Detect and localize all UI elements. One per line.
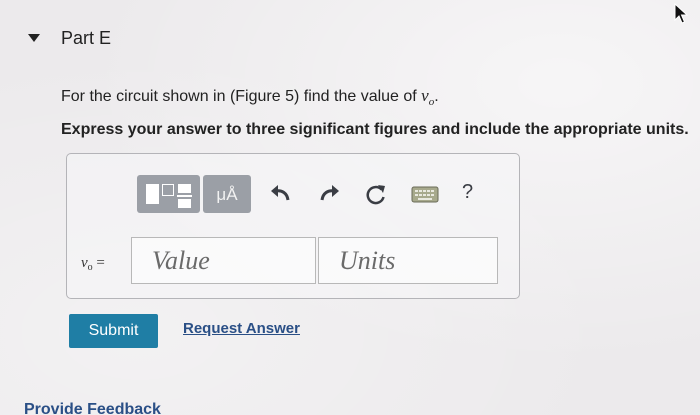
question-variable-subscript: o: [428, 96, 435, 108]
figure-link[interactable]: Figure 5: [235, 88, 294, 105]
answer-equals: =: [92, 255, 105, 271]
templates-icon: [146, 184, 159, 204]
undo-icon: [271, 185, 290, 201]
keyboard-button[interactable]: [411, 185, 439, 205]
units-input[interactable]: [318, 237, 498, 284]
keyboard-icon: [411, 186, 439, 203]
question-text-before: For the circuit shown in (: [61, 88, 236, 105]
reset-button[interactable]: [361, 180, 391, 210]
redo-icon: [320, 185, 339, 201]
undo-button[interactable]: [266, 180, 296, 208]
question-text: For the circuit shown in (Figure 5) find…: [61, 86, 439, 108]
templates-icon-block-a: [178, 184, 191, 193]
submit-button[interactable]: Submit: [69, 314, 158, 348]
redo-button[interactable]: [314, 180, 344, 208]
answer-variable: v: [81, 255, 88, 271]
templates-icon-block-b: [178, 199, 191, 208]
collapse-caret-icon[interactable]: [28, 34, 40, 42]
mouse-cursor-icon: [672, 2, 689, 29]
answer-variable-subscript: o: [87, 262, 93, 273]
units-button[interactable]: μÅ: [203, 175, 251, 213]
question-period: .: [434, 88, 439, 105]
help-icon[interactable]: ?: [462, 181, 473, 204]
provide-feedback-link[interactable]: Provide Feedback: [24, 402, 161, 415]
question-text-after: ) find the value of: [293, 88, 422, 105]
templates-icon-bar: [177, 195, 192, 197]
answer-variable-label: vo =: [81, 255, 105, 273]
value-input[interactable]: [131, 237, 316, 284]
question-variable: v: [421, 86, 429, 105]
part-title: Part E: [61, 28, 112, 48]
reset-icon: [366, 185, 385, 205]
templates-button[interactable]: [137, 175, 200, 213]
instruction-text: Express your answer to three significant…: [61, 121, 689, 138]
units-icon: μÅ: [216, 185, 238, 204]
templates-icon-square: [162, 184, 174, 196]
request-answer-link[interactable]: Request Answer: [183, 320, 300, 337]
